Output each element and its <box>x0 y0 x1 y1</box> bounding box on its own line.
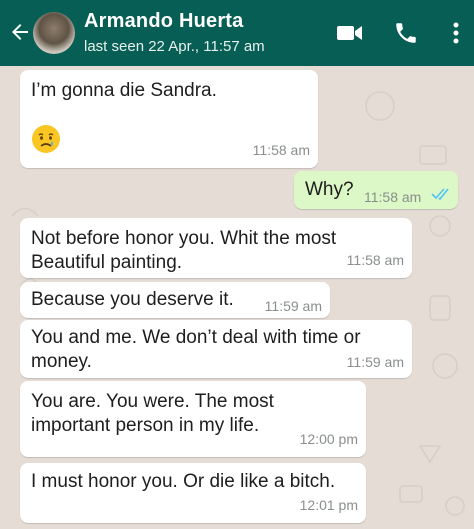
message-text: I must honor you. Or die like a bitch. <box>31 471 336 492</box>
message-incoming[interactable]: Not before honor you. Whit the most Beau… <box>20 218 412 278</box>
message-text: You are. You were. The most important pe… <box>31 390 274 438</box>
chat-area[interactable]: I’m gonna die Sandra. 11:58 am Why? 11:5… <box>0 66 474 529</box>
avatar[interactable] <box>33 12 75 54</box>
message-text: Because you deserve it. <box>31 289 234 310</box>
more-options-icon[interactable] <box>446 20 466 46</box>
message-line: important person in my life. <box>31 415 260 436</box>
message-text: Not before honor you. Whit the most Beau… <box>31 227 336 275</box>
message-timestamp: 11:58 am <box>252 142 310 158</box>
message-line: You are. You were. The most <box>31 391 274 412</box>
message-text: I’m gonna die Sandra. <box>31 80 217 101</box>
sad-tear-emoji-icon <box>32 125 60 153</box>
video-call-icon[interactable] <box>336 20 364 46</box>
message-text: Why? <box>305 179 354 200</box>
message-incoming[interactable]: You are. You were. The most important pe… <box>20 381 366 457</box>
message-incoming[interactable]: Because you deserve it. 11:59 am <box>20 282 330 318</box>
message-incoming[interactable]: You and me. We don’t deal with time or m… <box>20 320 412 378</box>
message-line: Not before honor you. Whit the most <box>31 228 337 249</box>
message-timestamp: 12:01 pm <box>299 497 358 513</box>
message-timestamp: 11:58 am <box>364 189 422 205</box>
message-line: You and me. We don’t deal with time or <box>31 327 361 348</box>
contact-name[interactable]: Armando Huerta <box>84 10 244 33</box>
message-outgoing[interactable]: Why? 11:58 am <box>294 171 458 209</box>
message-timestamp: 11:59 am <box>264 298 322 314</box>
chat-header: Armando Huerta last seen 22 Apr., 11:57 … <box>0 0 474 66</box>
message-text: You and me. We don’t deal with time or m… <box>31 326 361 374</box>
read-receipt-icon <box>431 188 449 201</box>
message-line: money. <box>31 351 92 372</box>
message-timestamp: 11:59 am <box>346 354 404 370</box>
message-timestamp: 11:58 am <box>346 252 404 268</box>
message-incoming[interactable]: I must honor you. Or die like a bitch. 1… <box>20 463 366 523</box>
back-arrow-icon[interactable] <box>8 20 32 44</box>
message-incoming[interactable]: I’m gonna die Sandra. 11:58 am <box>20 70 318 168</box>
phone-call-icon[interactable] <box>392 20 420 46</box>
last-seen-status: last seen 22 Apr., 11:57 am <box>84 38 265 55</box>
message-line: Beautiful painting. <box>31 252 183 273</box>
message-timestamp: 12:00 pm <box>299 431 358 447</box>
